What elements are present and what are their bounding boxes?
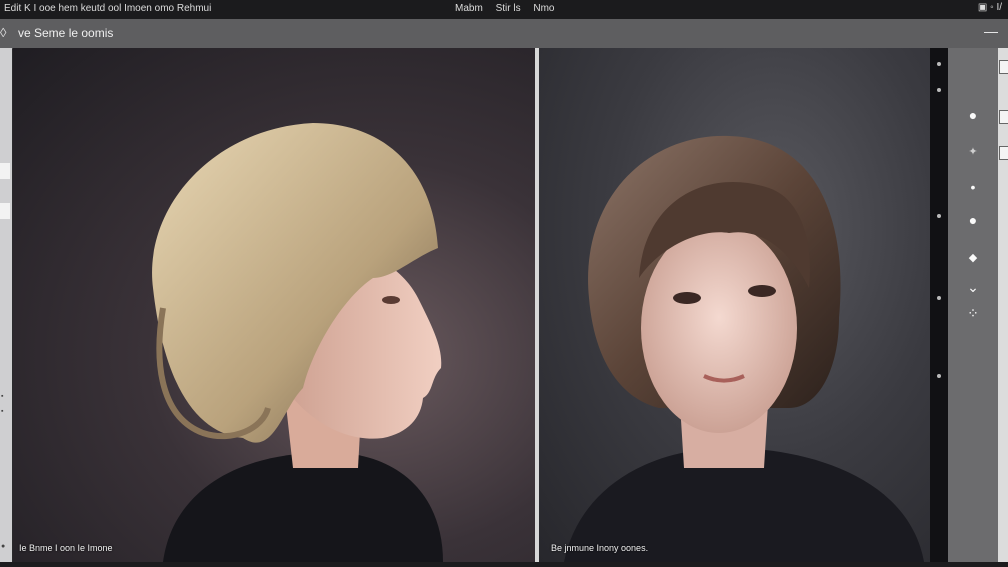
dot-tool-icon[interactable]: • [964, 178, 982, 196]
cluster-tool-icon[interactable]: ⁘ [964, 304, 982, 322]
right-image-panel[interactable]: Be jnmune Inony oones. [539, 48, 930, 562]
scroll-tick-icon [937, 214, 941, 218]
right-edge-panel [998, 48, 1008, 567]
menu-bar-left-text[interactable]: Edit K I ooe hem keutd ool Imoen omo Reh… [4, 3, 211, 14]
rail-marker-icon: ● [1, 543, 6, 550]
circle-tool-icon[interactable]: ● [964, 106, 982, 124]
scroll-tick-icon [937, 296, 941, 300]
sparkle-tool-icon[interactable]: ✦ [964, 142, 982, 160]
scroll-tick-icon [937, 374, 941, 378]
menu-item-3[interactable]: Nmo [533, 3, 554, 14]
toolbar: ◊ ve Seme le oomis — [0, 19, 1008, 49]
diamond-tool-icon[interactable]: ◆ [964, 248, 982, 266]
left-panel-caption: Ie Bnme I oon Ie Imone [19, 543, 113, 553]
rail-marker-icon: ▪ [1, 393, 4, 400]
rail-tab-2[interactable] [0, 203, 10, 219]
fill-circle-tool-icon[interactable]: ● [964, 211, 982, 229]
edge-toggle-3[interactable] [999, 146, 1008, 160]
left-rail: ▪ ▪ ● [0, 48, 12, 567]
menu-bar: Edit K I ooe hem keutd ool Imoen omo Reh… [0, 0, 1008, 19]
rail-tab-1[interactable] [0, 163, 10, 179]
menu-item-2[interactable]: Stir ls [496, 3, 521, 14]
rail-marker-icon: ▪ [1, 408, 4, 415]
scroll-tick-icon [937, 88, 941, 92]
edge-toggle-1[interactable] [999, 60, 1008, 74]
bottom-status-bar [0, 562, 1008, 567]
left-image-panel[interactable]: Ie Bnme I oon Ie Imone [13, 48, 535, 562]
scroll-tick-icon [937, 62, 941, 66]
chevron-down-icon[interactable]: ⌄ [964, 278, 982, 296]
tool-column: ● ✦ • ● ◆ ⌄ ⁘ [948, 48, 998, 567]
right-panel-caption: Be jnmune Inony oones. [551, 543, 649, 553]
blonde-portrait-image [152, 123, 443, 562]
menu-bar-center: Mabm Stir ls Nmo [455, 3, 564, 14]
brunette-portrait-image [564, 135, 924, 562]
vertical-scroll-strip[interactable] [930, 48, 948, 562]
app-logo-icon: ◊ [0, 25, 7, 40]
menu-item-1[interactable]: Mabm [455, 3, 483, 14]
document-title: ve Seme le oomis [18, 26, 114, 40]
edge-toggle-2[interactable] [999, 110, 1008, 124]
minimize-button[interactable]: — [984, 23, 998, 39]
window-controls[interactable]: ▣ ◦ I/ [978, 2, 1002, 13]
